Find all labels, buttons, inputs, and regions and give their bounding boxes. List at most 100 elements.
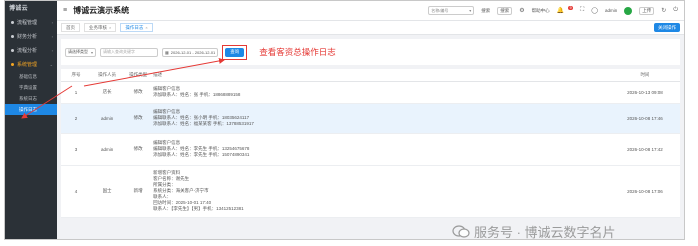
cell-time: 2026-10-08 17:46 xyxy=(609,103,680,134)
column-header[interactable]: 操作人员 xyxy=(91,69,124,82)
watermark: 服务号 · 博诚云数字名片 xyxy=(452,222,616,241)
tab-oplog[interactable]: 操作日志 × xyxy=(120,23,153,32)
chevron-right-icon: › xyxy=(51,33,53,39)
chevron-right-icon: › xyxy=(51,47,53,53)
keyword-input[interactable]: 请输入查询关键字 xyxy=(100,47,159,57)
cell-desc: 编辑客户信息 编辑联系人：姓名：李先生 手机：13254675678 添加联系人… xyxy=(153,133,454,166)
cell-type: 修改 xyxy=(123,103,154,134)
notification-badge: 9 xyxy=(568,5,574,10)
cell-operator: 国士 xyxy=(91,165,124,218)
cell-empty xyxy=(453,103,610,134)
calendar-icon: ▦ xyxy=(165,49,169,55)
column-header[interactable]: 序号 xyxy=(61,69,92,82)
column-header[interactable]: 操作类型 xyxy=(123,69,154,82)
annotation-text: 查看客资总操作日志 xyxy=(259,47,336,57)
date-range-value: 2026-12-01 - 2026-12-01 xyxy=(170,49,216,55)
tab-home[interactable]: 首页 xyxy=(61,23,80,32)
menu-dot-icon xyxy=(11,62,14,66)
page-title: 博诚云演示系统 xyxy=(73,6,130,15)
tab-label: 首页 xyxy=(66,24,75,30)
main-content: 请选择类型 ▾ 请输入查询关键字 ▦ 2026-12-01 - 2026-12-… xyxy=(57,35,684,239)
logo: 博诚云 xyxy=(9,6,28,12)
sidebar-item-process[interactable]: 流程管理 › xyxy=(5,15,57,29)
message-icon[interactable]: ◯ xyxy=(591,7,598,14)
sidebar-subitem-syslog[interactable]: 系统日志 xyxy=(5,93,57,104)
close-icon[interactable]: × xyxy=(145,25,147,30)
sidebar-subitem-dictionary[interactable]: 字典设置 xyxy=(5,82,57,93)
close-icon[interactable]: × xyxy=(109,25,111,30)
search-select-value: 名称/编号 xyxy=(431,7,449,13)
chevron-right-icon: › xyxy=(51,19,53,25)
app-window: 博诚云 流程管理 › 财务分析 › 流程分析 › 系统管理 ⌄ 基础信息 字典设… xyxy=(4,0,685,240)
cell-operator: admin xyxy=(91,103,124,134)
help-icon[interactable]: ⚙ xyxy=(519,7,524,14)
cell-operator: admin xyxy=(91,133,124,166)
watermark-text: 服务号 · 博诚云数字名片 xyxy=(474,225,616,240)
column-header[interactable]: 描述 xyxy=(153,69,454,82)
refresh-icon[interactable]: ↻ xyxy=(661,7,666,14)
menu-dot-icon xyxy=(11,48,14,52)
table-row[interactable]: 2 admin 修改 编辑客户信息 编辑联系人：姓名：张小明 手机：180356… xyxy=(61,103,680,134)
upload-button[interactable]: 上传 xyxy=(639,6,655,15)
cell-type: 新增 xyxy=(123,165,154,218)
query-button[interactable]: 查询 xyxy=(225,47,245,57)
help-center-link[interactable]: 帮助中心 xyxy=(532,8,550,14)
sidebar-item-analysis[interactable]: 流程分析 › xyxy=(5,43,57,57)
sidebar-item-label: 财务分析 xyxy=(17,33,38,40)
cell-empty xyxy=(453,165,610,218)
table-row[interactable]: 1 店长 修改 编辑客户信息 添加联系人：姓名：张 手机：18868889158… xyxy=(61,81,680,104)
cell-type: 修改 xyxy=(123,81,154,104)
cell-no: 2 xyxy=(61,103,92,134)
tab-bar: 首页 业务审核 × 操作日志 × 关闭操作 xyxy=(57,21,684,35)
sidebar-item-system[interactable]: 系统管理 ⌄ xyxy=(5,57,57,71)
topbar-actions: 名称/编号 ▾ 搜索 搜索 ⚙ 帮助中心 🔔 9 ⛶ ◯ admin 上传 ↻ … xyxy=(428,5,678,15)
type-select[interactable]: 请选择类型 ▾ xyxy=(65,47,97,57)
tab-label: 业务审核 xyxy=(89,24,107,30)
table-row[interactable]: 4 国士 新增 新增客户资料 客户名称：谢先生 所属分类： 系统分类：海关客户-… xyxy=(61,165,680,218)
topbar: ≡ 博诚云演示系统 名称/编号 ▾ 搜索 搜索 ⚙ 帮助中心 🔔 9 ⛶ ◯ a… xyxy=(57,1,684,21)
date-range-picker[interactable]: ▦ 2026-12-01 - 2026-12-01 xyxy=(162,47,219,57)
cell-empty xyxy=(453,133,610,166)
query-button-highlight: 查询 xyxy=(222,44,248,60)
cell-time: 2026-10-08 17:42 xyxy=(609,133,680,166)
sidebar-item-label: 流程分析 xyxy=(17,47,38,54)
menu-dot-icon xyxy=(11,20,14,24)
sidebar-item-label: 流程管理 xyxy=(17,19,38,26)
wechat-icon xyxy=(452,225,470,238)
oplog-table: 序号 操作人员 操作类型 描述 时间 1 店长 修改 编辑客户信息 添加联系人：… xyxy=(61,69,680,218)
power-icon[interactable]: ⏻ xyxy=(673,7,678,14)
menu-dot-icon xyxy=(11,34,14,38)
sidebar-subitem-oplog[interactable]: 操作日志 xyxy=(5,104,57,115)
username[interactable]: admin xyxy=(605,8,617,13)
sidebar: 博诚云 流程管理 › 财务分析 › 流程分析 › 系统管理 ⌄ 基础信息 字典设… xyxy=(5,1,57,239)
table-header-row: 序号 操作人员 操作类型 描述 时间 xyxy=(61,69,680,82)
sidebar-item-finance[interactable]: 财务分析 › xyxy=(5,29,57,43)
search-button[interactable]: 搜索 xyxy=(497,6,513,15)
chevron-down-icon: ▾ xyxy=(91,49,94,55)
global-search-select[interactable]: 名称/编号 ▾ xyxy=(428,6,475,15)
cell-type: 修改 xyxy=(123,133,154,166)
chevron-down-icon: ▾ xyxy=(469,8,472,13)
cell-no: 3 xyxy=(61,133,92,166)
avatar[interactable] xyxy=(624,6,633,15)
column-header xyxy=(453,69,610,82)
tab-label: 操作日志 xyxy=(125,24,144,30)
search-link[interactable]: 搜索 xyxy=(481,8,490,14)
upload-label: 上传 xyxy=(642,7,652,13)
fullscreen-icon[interactable]: ⛶ xyxy=(580,7,584,14)
cell-time: 2026-10-08 17:06 xyxy=(609,165,680,218)
tab-review[interactable]: 业务审核 × xyxy=(84,23,117,32)
cell-no: 1 xyxy=(61,81,92,104)
sidebar-item-label: 系统管理 xyxy=(17,61,38,68)
cell-desc: 编辑客户信息 编辑联系人：姓名：张小明 手机：18035624117 添加联系人… xyxy=(153,103,454,134)
hamburger-icon[interactable]: ≡ xyxy=(63,7,67,14)
cell-desc: 新增客户资料 客户名称：谢先生 所属分类： 系统分类：海关客户-济宁市 联系人：… xyxy=(153,165,454,218)
close-ops-button[interactable]: 关闭操作 xyxy=(654,23,680,32)
column-header[interactable]: 时间 xyxy=(609,69,680,82)
cell-empty xyxy=(453,81,610,104)
type-select-value: 请选择类型 xyxy=(68,49,88,54)
sidebar-subitem-basic[interactable]: 基础信息 xyxy=(5,71,57,82)
cell-no: 4 xyxy=(61,165,92,218)
bell-icon[interactable]: 🔔 xyxy=(557,7,564,14)
table-row[interactable]: 3 admin 修改 编辑客户信息 编辑联系人：姓名：李先生 手机：132546… xyxy=(61,133,680,166)
